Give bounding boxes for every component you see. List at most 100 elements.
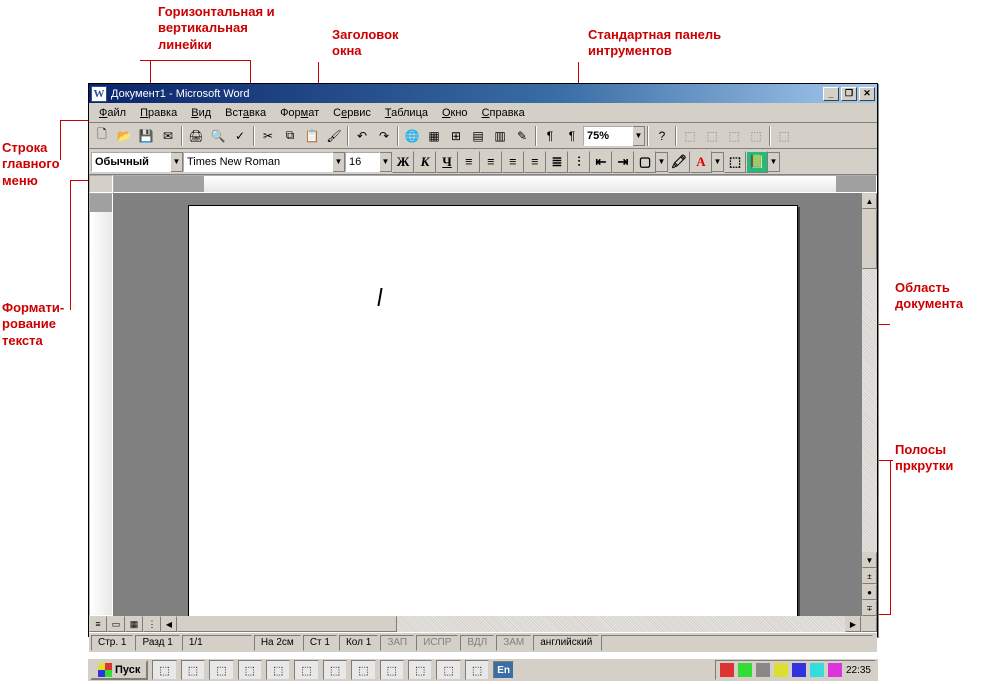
menu-format[interactable]: Формат <box>274 105 325 121</box>
new-doc-icon[interactable]: 🗋 <box>91 125 113 147</box>
extra-fmt-1[interactable]: ⬚ <box>724 151 746 173</box>
close-button[interactable]: ✕ <box>859 87 875 101</box>
zoom-combo[interactable]: 75% <box>583 126 633 146</box>
restore-button[interactable]: ❐ <box>841 87 857 101</box>
align-center-icon[interactable]: ≡ <box>480 151 502 173</box>
highlight-icon[interactable]: 🖍 <box>668 151 690 173</box>
cut-icon[interactable]: ✂ <box>257 125 279 147</box>
tray-icon-7[interactable] <box>828 663 842 677</box>
lang-indicator[interactable]: En <box>493 661 514 679</box>
menu-help[interactable]: Справка <box>476 105 531 121</box>
status-rec[interactable]: ЗАП <box>380 635 414 651</box>
extra-icon-5[interactable]: ⬚ <box>773 125 795 147</box>
align-left-icon[interactable]: ≡ <box>458 151 480 173</box>
copy-icon[interactable]: ⧉ <box>279 125 301 147</box>
indent-icon[interactable]: ⇥ <box>612 151 634 173</box>
quicklaunch-2[interactable]: ⬚ <box>181 660 205 680</box>
resize-grip[interactable] <box>861 616 877 632</box>
underline-button[interactable]: Ч <box>436 151 458 173</box>
columns-icon[interactable]: ▥ <box>489 125 511 147</box>
quicklaunch-9[interactable]: ⬚ <box>380 660 404 680</box>
tray-icon-6[interactable] <box>810 663 824 677</box>
start-button[interactable]: Пуск <box>90 660 148 680</box>
quicklaunch-4[interactable]: ⬚ <box>238 660 262 680</box>
print-preview-icon[interactable]: 🔍 <box>207 125 229 147</box>
borders-icon[interactable]: ▢ <box>634 151 656 173</box>
show-codes-icon[interactable]: ¶ <box>561 125 583 147</box>
extra-icon-1[interactable]: ⬚ <box>679 125 701 147</box>
web-view-icon[interactable]: ▭ <box>107 616 125 632</box>
menu-edit[interactable]: Правка <box>134 105 183 121</box>
menu-tools[interactable]: Сервис <box>327 105 377 121</box>
paste-icon[interactable]: 📋 <box>301 125 323 147</box>
font-dropdown-icon[interactable]: ▼ <box>333 152 345 172</box>
undo-icon[interactable]: ↶ <box>351 125 373 147</box>
quicklaunch-10[interactable]: ⬚ <box>408 660 432 680</box>
extra-icon-2[interactable]: ⬚ <box>701 125 723 147</box>
tray-icon-3[interactable] <box>756 663 770 677</box>
mail-icon[interactable]: ✉ <box>157 125 179 147</box>
status-ext[interactable]: ВДЛ <box>460 635 494 651</box>
status-ovr[interactable]: ЗАМ <box>496 635 531 651</box>
quicklaunch-7[interactable]: ⬚ <box>323 660 347 680</box>
quicklaunch-12[interactable]: ⬚ <box>465 660 489 680</box>
horizontal-scrollbar[interactable]: ◀ ▶ <box>161 616 861 632</box>
scroll-up-icon[interactable]: ▲ <box>862 193 877 209</box>
menu-file[interactable]: Файл <box>93 105 132 121</box>
system-tray[interactable]: 22:35 <box>715 660 876 680</box>
style-dropdown-icon[interactable]: ▼ <box>171 152 183 172</box>
outline-view-icon[interactable]: ⋮ <box>143 616 161 632</box>
extra-fmt-2[interactable]: 📗 <box>746 151 768 173</box>
titlebar[interactable]: W Документ1 - Microsoft Word _ ❐ ✕ <box>89 84 877 103</box>
save-icon[interactable]: 💾 <box>135 125 157 147</box>
borders-dropdown-icon[interactable]: ▼ <box>656 152 668 172</box>
quicklaunch-11[interactable]: ⬚ <box>436 660 460 680</box>
excel-icon[interactable]: ▤ <box>467 125 489 147</box>
align-right-icon[interactable]: ≡ <box>502 151 524 173</box>
document-area[interactable] <box>113 193 861 616</box>
minimize-button[interactable]: _ <box>823 87 839 101</box>
hyperlink-icon[interactable]: 🌐 <box>401 125 423 147</box>
menu-insert[interactable]: Вставка <box>219 105 272 121</box>
size-dropdown-icon[interactable]: ▼ <box>380 152 392 172</box>
style-combo[interactable]: Обычный <box>91 152 171 172</box>
menu-window[interactable]: Окно <box>436 105 474 121</box>
numbered-list-icon[interactable]: ≣ <box>546 151 568 173</box>
menu-table[interactable]: Таблица <box>379 105 434 121</box>
extra-icon-3[interactable]: ⬚ <box>723 125 745 147</box>
insert-table-icon[interactable]: ⊞ <box>445 125 467 147</box>
menu-view[interactable]: Вид <box>185 105 217 121</box>
quicklaunch-6[interactable]: ⬚ <box>294 660 318 680</box>
vertical-scrollbar[interactable]: ▲ ▼ ± ● ∓ <box>861 193 877 616</box>
tray-icon-4[interactable] <box>774 663 788 677</box>
spellcheck-icon[interactable]: ✓ <box>229 125 251 147</box>
quicklaunch-3[interactable]: ⬚ <box>209 660 233 680</box>
normal-view-icon[interactable]: ≡ <box>89 616 107 632</box>
font-combo[interactable]: Times New Roman <box>183 152 333 172</box>
italic-button[interactable]: К <box>414 151 436 173</box>
scroll-thumb[interactable] <box>862 209 877 269</box>
font-color-dropdown-icon[interactable]: ▼ <box>712 152 724 172</box>
scroll-right-icon[interactable]: ▶ <box>845 616 861 632</box>
scroll-left-icon[interactable]: ◀ <box>161 616 177 632</box>
extra-icon-4[interactable]: ⬚ <box>745 125 767 147</box>
browse-object-icon[interactable]: ● <box>862 584 877 600</box>
vertical-ruler[interactable] <box>89 193 113 616</box>
status-trk[interactable]: ИСПР <box>416 635 458 651</box>
horizontal-ruler[interactable] <box>113 175 877 193</box>
quicklaunch-1[interactable]: ⬚ <box>152 660 176 680</box>
outdent-icon[interactable]: ⇤ <box>590 151 612 173</box>
redo-icon[interactable]: ↷ <box>373 125 395 147</box>
bullet-list-icon[interactable]: ⫶ <box>568 151 590 173</box>
bold-button[interactable]: Ж <box>392 151 414 173</box>
align-justify-icon[interactable]: ≡ <box>524 151 546 173</box>
drawing-icon[interactable]: ✎ <box>511 125 533 147</box>
print-view-icon[interactable]: ▦ <box>125 616 143 632</box>
doc-map-icon[interactable]: ¶ <box>539 125 561 147</box>
print-icon[interactable]: 🖨 <box>185 125 207 147</box>
next-page-icon[interactable]: ∓ <box>862 600 877 616</box>
help-icon[interactable]: ? <box>651 125 673 147</box>
extra-fmt-dropdown[interactable]: ▼ <box>768 152 780 172</box>
tray-icon-2[interactable] <box>738 663 752 677</box>
font-color-icon[interactable]: A <box>690 151 712 173</box>
